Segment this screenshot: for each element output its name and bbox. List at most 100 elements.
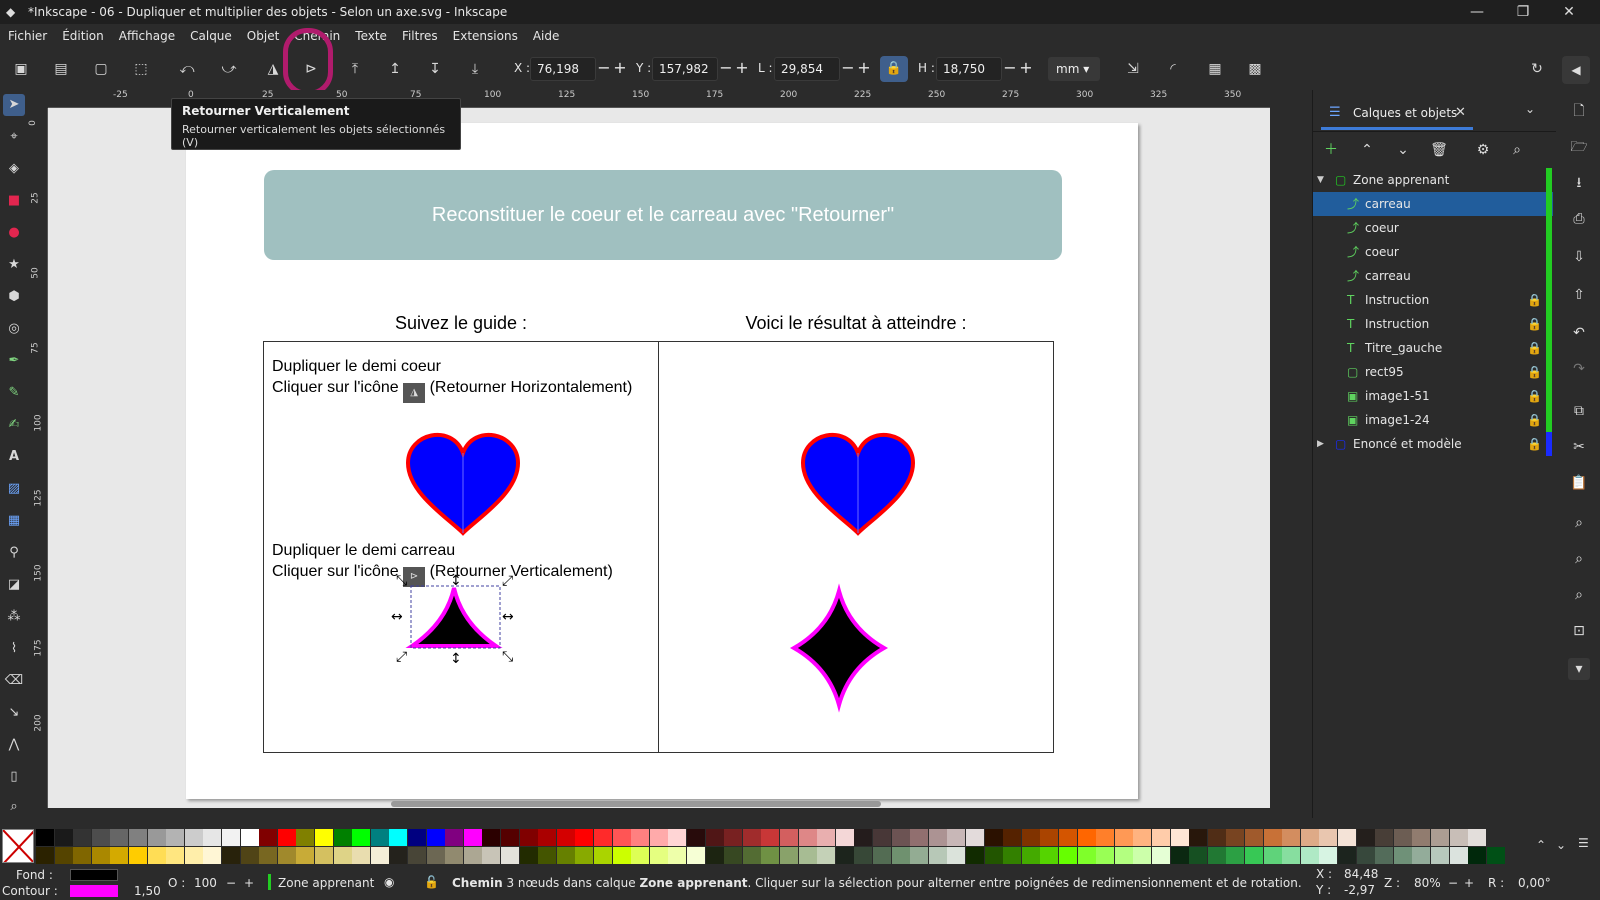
opacity-plus[interactable]: + — [244, 876, 254, 890]
color-swatch[interactable] — [631, 847, 650, 864]
flip-horizontal-icon[interactable]: ◮ — [262, 58, 284, 80]
close-window-button[interactable]: ✕ — [1546, 0, 1592, 24]
color-swatch[interactable] — [1338, 847, 1356, 864]
color-swatch[interactable] — [54, 829, 73, 846]
color-swatch[interactable] — [36, 847, 54, 864]
zoom-minus[interactable]: − — [1448, 876, 1458, 890]
tweak-tool-icon[interactable]: ◈ — [3, 158, 25, 180]
menu-aide[interactable]: Aide — [533, 29, 560, 43]
color-swatch[interactable] — [389, 847, 408, 864]
color-swatch[interactable] — [73, 829, 92, 846]
tree-row[interactable]: ▣ image1-51 🔒 — [1313, 384, 1553, 408]
color-swatch[interactable] — [612, 829, 631, 846]
width-decrement-button[interactable]: − — [841, 57, 855, 81]
color-swatch[interactable] — [1393, 847, 1412, 864]
color-swatch[interactable] — [370, 829, 389, 846]
lock-icon[interactable]: 🔒 — [1527, 408, 1542, 432]
color-swatch[interactable] — [110, 847, 129, 864]
zoom-center-icon[interactable]: ⊡ — [1568, 620, 1590, 642]
color-swatch[interactable] — [1338, 829, 1356, 846]
color-swatch[interactable] — [1245, 847, 1263, 864]
color-swatch[interactable] — [296, 847, 315, 864]
menu-calque[interactable]: Calque — [190, 29, 232, 43]
menu-filtres[interactable]: Filtres — [402, 29, 438, 43]
color-swatch[interactable] — [1245, 829, 1263, 846]
tree-row[interactable]: ⤴ carreau — [1313, 192, 1553, 216]
canvas-horizontal-scrollbar[interactable] — [391, 801, 881, 807]
color-swatch[interactable] — [724, 847, 743, 864]
color-swatch[interactable] — [798, 829, 817, 846]
color-swatch[interactable] — [873, 847, 891, 864]
color-swatch[interactable] — [631, 829, 650, 846]
lock-ratio-icon[interactable]: 🔒 — [880, 56, 908, 82]
text-tool-icon[interactable]: A — [3, 446, 25, 468]
snap-toggle-icon[interactable]: ↻ — [1526, 58, 1548, 80]
undo-icon[interactable]: ↶ — [1568, 322, 1590, 344]
import-icon[interactable]: ⇩ — [1568, 246, 1590, 268]
color-swatch[interactable] — [203, 847, 222, 864]
color-swatch[interactable] — [687, 829, 705, 846]
stroke-swatch[interactable] — [70, 885, 118, 897]
lock-icon[interactable]: 🔒 — [1527, 288, 1542, 312]
color-swatch[interactable] — [1133, 847, 1152, 864]
tree-row[interactable]: ⤴ carreau — [1313, 264, 1553, 288]
collapse-arrow-icon[interactable]: ▶ — [1317, 432, 1324, 456]
star-tool-icon[interactable]: ★ — [3, 254, 25, 276]
lock-icon[interactable]: 🔒 — [1527, 432, 1542, 456]
color-swatch[interactable] — [1431, 847, 1449, 864]
menu-fichier[interactable]: Fichier — [8, 29, 47, 43]
color-swatch[interactable] — [1170, 847, 1189, 864]
tree-row[interactable]: T Titre_gauche 🔒 — [1313, 336, 1553, 360]
ellipse-tool-icon[interactable]: ● — [3, 222, 25, 244]
color-swatch[interactable] — [891, 847, 910, 864]
expand-arrow-icon[interactable]: ▼ — [1317, 168, 1324, 192]
color-swatch[interactable] — [1114, 847, 1133, 864]
x-decrement-button[interactable]: − — [597, 57, 611, 81]
color-swatch[interactable] — [1096, 829, 1115, 846]
color-swatch[interactable] — [1003, 829, 1022, 846]
color-swatch[interactable] — [817, 847, 836, 864]
color-swatch[interactable] — [1319, 847, 1338, 864]
color-swatch[interactable] — [928, 829, 947, 846]
y-decrement-button[interactable]: − — [719, 57, 733, 81]
tree-row[interactable]: T Instruction 🔒 — [1313, 312, 1553, 336]
color-swatch[interactable] — [1300, 829, 1319, 846]
lock-icon[interactable]: 🔒 — [1527, 312, 1542, 336]
color-swatch[interactable] — [668, 829, 687, 846]
color-swatch[interactable] — [1263, 847, 1282, 864]
selector-tool-icon[interactable]: ➤ — [3, 94, 25, 116]
print-icon[interactable]: ⎙ — [1568, 208, 1590, 230]
zoom-tool-icon[interactable]: ⌕ — [3, 796, 25, 818]
color-swatch[interactable] — [1319, 829, 1338, 846]
tree-row[interactable]: ⤴ coeur — [1313, 216, 1553, 240]
measure-tool-icon[interactable]: ⋀ — [3, 734, 25, 756]
color-swatch[interactable] — [1077, 829, 1096, 846]
color-swatch[interactable] — [668, 847, 687, 864]
minimize-button[interactable]: — — [1454, 0, 1500, 24]
raise-icon[interactable]: ↥ — [384, 58, 406, 80]
close-tab-icon[interactable]: ✕ — [1455, 105, 1466, 120]
deselect-icon[interactable]: ▢ — [90, 58, 112, 80]
color-swatch[interactable] — [519, 847, 538, 864]
rotation-input[interactable]: 0,00° — [1518, 876, 1551, 890]
color-swatch[interactable] — [1189, 847, 1208, 864]
color-swatch[interactable] — [873, 829, 891, 846]
color-swatch[interactable] — [222, 829, 240, 846]
height-input[interactable]: 18,750 — [936, 57, 1002, 81]
height-increment-button[interactable]: + — [1019, 57, 1033, 81]
color-swatch[interactable] — [1412, 829, 1431, 846]
color-swatch[interactable] — [1412, 847, 1431, 864]
color-swatch[interactable] — [1207, 847, 1226, 864]
eraser-tool-icon[interactable]: ⌫ — [3, 670, 25, 692]
opacity-input[interactable]: 100 — [194, 876, 217, 890]
color-swatch[interactable] — [538, 829, 557, 846]
color-swatch[interactable] — [315, 829, 333, 846]
palette-scroll-down-icon[interactable]: ⌄ — [1556, 838, 1566, 852]
color-swatch[interactable] — [408, 847, 426, 864]
color-swatch[interactable] — [687, 847, 705, 864]
color-swatch[interactable] — [426, 829, 445, 846]
color-swatch[interactable] — [296, 829, 315, 846]
color-swatch[interactable] — [184, 847, 203, 864]
raise-to-top-icon[interactable]: ⤒ — [344, 58, 366, 80]
color-swatch[interactable] — [1077, 847, 1096, 864]
